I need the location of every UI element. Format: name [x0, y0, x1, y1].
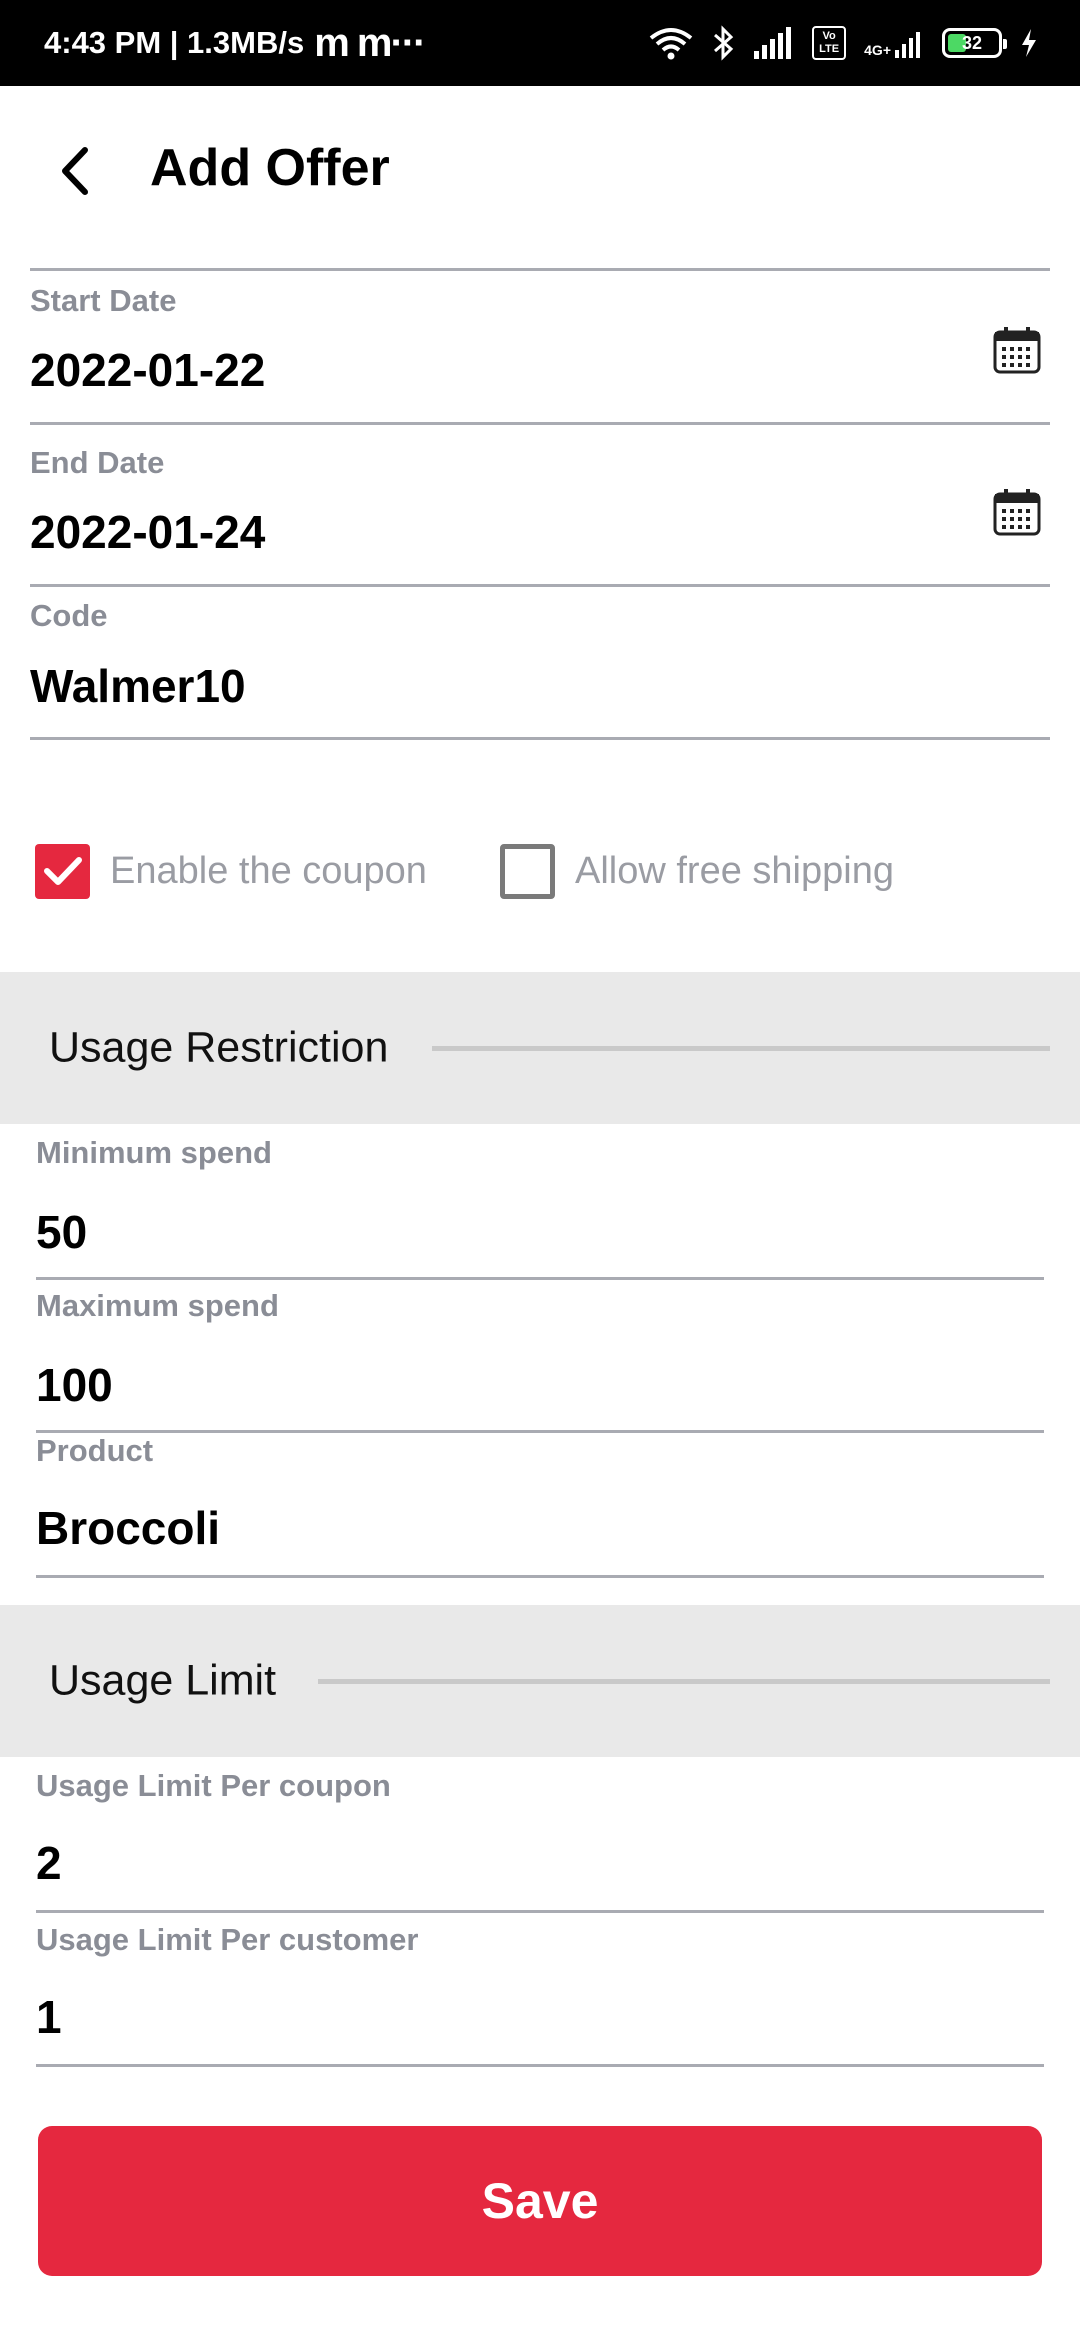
network-label: 4G+: [864, 42, 891, 58]
battery-icon: 32: [942, 28, 1007, 58]
enable-coupon-checkbox-row[interactable]: Enable the coupon: [35, 840, 427, 902]
checkmark-icon: [43, 857, 82, 885]
back-button[interactable]: [44, 141, 104, 201]
bluetooth-icon: [714, 25, 734, 61]
charging-icon: [1022, 29, 1036, 57]
usage-limit-per-customer-label: Usage Limit Per customer: [36, 1922, 419, 1957]
field-underline: [30, 737, 1050, 740]
usage-limit-header: Usage Limit: [0, 1605, 1080, 1757]
maximum-spend-field[interactable]: Maximum spend 100: [36, 1288, 1044, 1433]
field-underline: [36, 1277, 1044, 1280]
page-title: Add Offer: [150, 139, 390, 197]
signal-icon: [754, 27, 792, 59]
maximum-spend-label: Maximum spend: [36, 1288, 279, 1323]
end-date-field[interactable]: End Date 2022-01-24: [30, 437, 1050, 587]
usage-limit-per-coupon-field[interactable]: Usage Limit Per coupon 2: [36, 1768, 1044, 1913]
network-4g-icon: 4G+: [864, 28, 924, 58]
usage-limit-per-customer-value: 1: [36, 1991, 62, 2043]
end-date-value: 2022-01-24: [30, 506, 266, 558]
maximum-spend-value: 100: [36, 1359, 113, 1411]
volte-icon: Vo LTE: [812, 26, 847, 60]
usage-restriction-title: Usage Restriction: [49, 1023, 389, 1072]
field-underline: [30, 584, 1050, 587]
status-bar: 4:43 PM | 1.3MB/s m m··· Vo LTE 4G+ 32: [0, 0, 1080, 86]
free-shipping-checkbox[interactable]: [500, 843, 555, 899]
section-divider: [432, 1046, 1050, 1051]
code-label: Code: [30, 598, 108, 633]
usage-limit-per-customer-field[interactable]: Usage Limit Per customer 1: [36, 1922, 1044, 2067]
battery-level: 32: [961, 32, 983, 53]
product-label: Product: [36, 1433, 154, 1468]
save-button[interactable]: Save: [38, 2126, 1042, 2276]
usage-limit-title: Usage Limit: [49, 1656, 277, 1705]
code-value: Walmer10: [30, 660, 246, 712]
divider: [30, 268, 1050, 271]
minimum-spend-field[interactable]: Minimum spend 50: [36, 1135, 1044, 1280]
app-header: Add Offer: [0, 86, 1080, 256]
field-underline: [36, 1910, 1044, 1913]
free-shipping-checkbox-row[interactable]: Allow free shipping: [500, 840, 894, 902]
product-value: Broccoli: [36, 1502, 221, 1554]
minimum-spend-label: Minimum spend: [36, 1135, 272, 1170]
minimum-spend-value: 50: [36, 1206, 88, 1258]
status-left: 4:43 PM | 1.3MB/s m m···: [44, 20, 426, 66]
field-underline: [36, 1575, 1044, 1578]
calendar-icon[interactable]: [992, 325, 1042, 375]
product-field[interactable]: Product Broccoli: [36, 1433, 1044, 1578]
status-time: 4:43 PM | 1.3MB/s: [44, 25, 305, 60]
chevron-left-icon: [62, 147, 88, 195]
end-date-label: End Date: [30, 445, 165, 480]
enable-coupon-checkbox[interactable]: [35, 843, 90, 899]
usage-limit-per-coupon-label: Usage Limit Per coupon: [36, 1768, 391, 1803]
free-shipping-label: Allow free shipping: [575, 849, 894, 892]
start-date-value: 2022-01-22: [30, 344, 266, 396]
app-notification-icons: m m···: [314, 20, 426, 65]
usage-restriction-header: Usage Restriction: [0, 972, 1080, 1124]
start-date-label: Start Date: [30, 283, 177, 318]
wifi-icon: [649, 28, 693, 60]
usage-limit-per-coupon-value: 2: [36, 1837, 62, 1889]
field-underline: [30, 422, 1050, 425]
field-underline: [36, 2064, 1044, 2067]
calendar-icon[interactable]: [992, 487, 1042, 537]
section-divider: [318, 1679, 1050, 1684]
start-date-field[interactable]: Start Date 2022-01-22: [30, 275, 1050, 425]
add-offer-screen: 4:43 PM | 1.3MB/s m m··· Vo LTE 4G+ 32 A…: [0, 0, 1080, 2340]
signal-2-icon: [895, 32, 920, 58]
status-right: Vo LTE 4G+ 32: [648, 25, 1038, 61]
enable-coupon-label: Enable the coupon: [110, 849, 427, 892]
code-field[interactable]: Code Walmer10: [30, 596, 1050, 740]
